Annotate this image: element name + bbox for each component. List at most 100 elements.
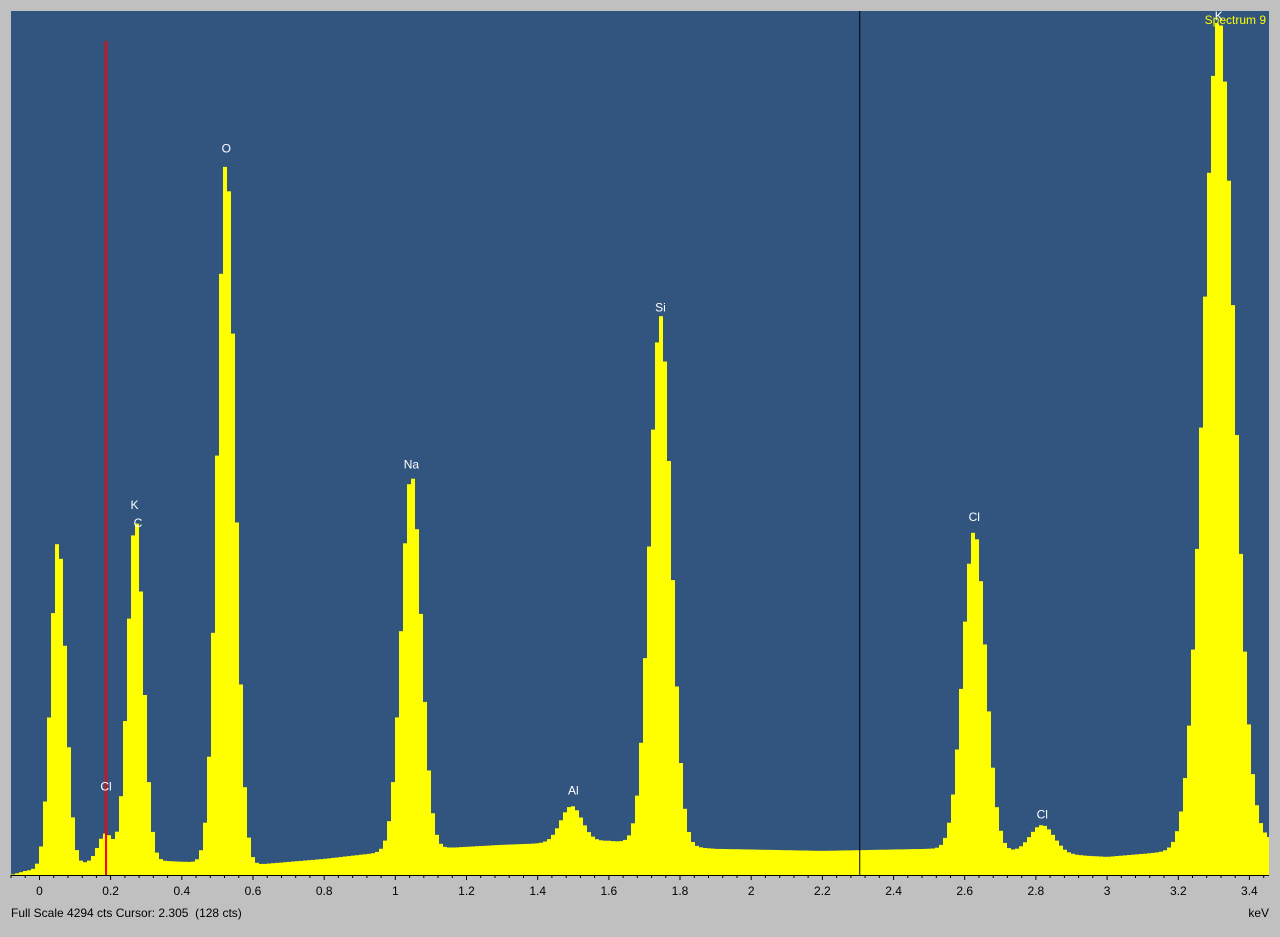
spectrum-bar — [1107, 856, 1111, 875]
spectrum-bar — [911, 849, 915, 875]
spectrum-bar — [511, 844, 515, 875]
spectrum-bar — [207, 756, 211, 875]
spectrum-bar — [495, 845, 499, 875]
spectrum-bar — [347, 856, 351, 875]
spectrum-bar — [183, 861, 187, 875]
spectrum-bar — [171, 861, 175, 875]
spectrum-bar — [763, 849, 767, 875]
spectrum-bar — [743, 849, 747, 875]
spectrum-bar — [1155, 852, 1159, 875]
spectrum-bar — [951, 794, 955, 875]
spectrum-bar — [119, 796, 123, 875]
spectrum-bar — [835, 850, 839, 875]
spectrum-bar — [439, 843, 443, 875]
spectrum-bar — [715, 848, 719, 875]
spectrum-bar — [531, 843, 535, 875]
spectrum-bar — [1103, 856, 1107, 875]
spectrum-bar — [147, 782, 151, 875]
spectrum-bar — [603, 840, 607, 875]
spectrum-bar — [899, 849, 903, 875]
spectrum-bar — [663, 361, 667, 875]
spectrum-bar — [703, 848, 707, 875]
spectrum-bar — [227, 191, 231, 876]
spectrum-bar — [971, 532, 975, 875]
spectrum-bar — [1095, 856, 1099, 875]
status-readout: Full Scale 4294 cts Cursor: 2.305 (128 c… — [11, 906, 242, 920]
spectrum-bar — [499, 844, 503, 875]
spectrum-bar — [1231, 305, 1235, 876]
spectrum-bar — [695, 845, 699, 875]
x-tick-label: 3 — [1104, 884, 1111, 898]
spectrum-bar — [1043, 825, 1047, 875]
spectrum-bar — [155, 852, 159, 875]
x-tick-label: 1.2 — [458, 884, 475, 898]
spectrum-bar — [383, 840, 387, 875]
spectrum-bar — [823, 850, 827, 875]
spectrum-bar — [255, 862, 259, 875]
x-axis: 0 0.2 0.4 0.6 0.8 1 1.2 1.4 1.6 1.8 2 2.2 2.4 2.6 2.8 3… — [10, 875, 1269, 898]
spectrum-bar — [1007, 848, 1011, 875]
spectrum-bar — [727, 849, 731, 875]
spectrum-bar — [655, 342, 659, 875]
spectrum-bar — [1167, 847, 1171, 875]
spectrum-bar — [463, 846, 467, 875]
spectrum-bar — [691, 842, 695, 875]
spectrum-bar — [611, 841, 615, 875]
spectrum-bar — [1023, 842, 1027, 875]
spectrum-bar — [295, 861, 299, 875]
spectrum-bar — [19, 872, 23, 875]
spectrum-bar — [943, 837, 947, 875]
spectrum-bar — [1015, 848, 1019, 875]
spectrum-bar — [535, 843, 539, 875]
spectrum-bar — [1255, 805, 1259, 875]
spectrum-bar — [467, 846, 471, 875]
spectrum-bar — [211, 632, 215, 875]
spectrum-bar — [251, 857, 255, 875]
spectrum-bar — [631, 823, 635, 875]
spectrum-bar — [187, 861, 191, 875]
spectrum-bar — [271, 863, 275, 875]
spectrum-bar — [1011, 849, 1015, 875]
spectrum-bar — [1207, 172, 1211, 876]
spectrum-bar — [471, 846, 475, 875]
spectrum-bar — [223, 166, 227, 875]
spectrum-bar — [163, 860, 167, 875]
spectrum-bar — [123, 721, 127, 875]
spectrum-bar — [619, 841, 623, 875]
spectrum-bar — [263, 863, 267, 875]
spectrum-bar — [895, 849, 899, 875]
spectrum-bar — [343, 856, 347, 875]
spectrum-bar — [1227, 180, 1231, 875]
spectrum-bar — [1123, 855, 1127, 875]
spectrum-bar — [475, 846, 479, 875]
x-tick-label: 3.2 — [1170, 884, 1187, 898]
spectrum-bar — [867, 850, 871, 875]
spectrum-bar — [819, 850, 823, 875]
spectrum-bar — [787, 850, 791, 875]
spectrum-bar — [283, 862, 287, 875]
spectrum-bar — [335, 857, 339, 875]
spectrum-bar — [199, 850, 203, 875]
x-tick-label: 1 — [392, 884, 399, 898]
spectrum-bar — [39, 846, 43, 875]
spectrum-bar — [1239, 553, 1243, 875]
spectrum-bar — [811, 850, 815, 875]
spectrum-bar — [711, 848, 715, 875]
spectrum-bar — [479, 846, 483, 875]
spectrum-bar — [63, 645, 67, 875]
spectrum-bar — [219, 273, 223, 875]
spectrum-bar — [107, 835, 111, 875]
spectrum-bar — [955, 749, 959, 875]
spectrum-bar — [1151, 852, 1155, 875]
spectrum-bar — [583, 825, 587, 875]
spectrum-bar — [783, 850, 787, 875]
spectrum-bar — [411, 478, 415, 875]
spectrum-bar — [571, 806, 575, 875]
spectrum-bar — [11, 874, 15, 875]
spectrum-bar — [311, 859, 315, 875]
spectrum-bar — [363, 854, 367, 875]
x-tick-label: 2 — [748, 884, 755, 898]
spectrum-bar — [55, 544, 59, 875]
spectrum-bar — [1087, 855, 1091, 875]
peak-label: Cl — [969, 510, 980, 524]
